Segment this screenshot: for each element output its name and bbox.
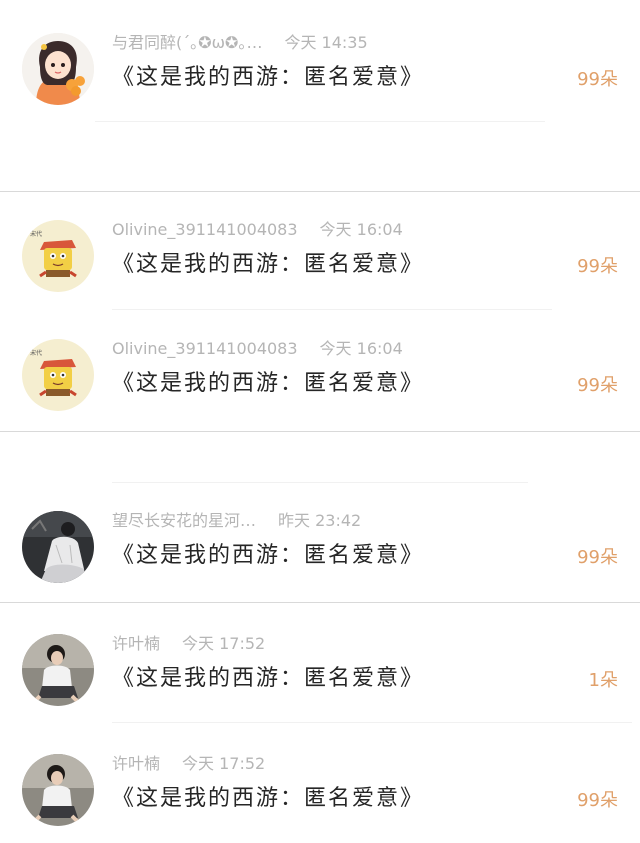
timestamp: 今天 16:04 — [319, 220, 403, 239]
flower-count: 99朵 — [577, 256, 618, 277]
timestamp: 今天 17:52 — [182, 634, 266, 653]
list-item[interactable]: 宋代 Olivine_391141004083 今天 16:04 《这是我的西游：… — [0, 336, 640, 416]
flower-count: 1朵 — [588, 670, 618, 691]
row-divider — [112, 482, 528, 483]
list-item[interactable]: 宋代 Olivine_391141004083 今天 16:04 《这是我的西游：… — [0, 217, 640, 297]
section-divider — [0, 431, 640, 432]
entry-meta: 许叶楠 今天 17:52 — [112, 631, 265, 657]
svg-text:宋代: 宋代 — [30, 230, 42, 238]
flower-count: 99朵 — [577, 69, 618, 90]
girl-sitting-photo-avatar[interactable] — [22, 634, 94, 706]
gift-title: 《这是我的西游：匿名爱意》 — [112, 786, 425, 811]
entry-meta: 许叶楠 今天 17:52 — [112, 751, 265, 777]
list-item[interactable]: 与君同醉(´｡✪ω✪｡… 今天 14:35 《这是我的西游：匿名爱意》 99朵 — [0, 30, 640, 110]
list-item[interactable]: 许叶楠 今天 17:52 《这是我的西游：匿名爱意》 99朵 — [0, 751, 640, 831]
girl-sitting-photo-avatar[interactable] — [22, 754, 94, 826]
section-divider — [0, 191, 640, 192]
svg-text:宋代: 宋代 — [30, 349, 42, 357]
flower-count: 99朵 — [577, 375, 618, 396]
timestamp: 今天 14:35 — [284, 33, 368, 52]
cartoon-girl-with-oranges-avatar[interactable] — [22, 33, 94, 105]
entry-meta: Olivine_391141004083 今天 16:04 — [112, 217, 403, 243]
timestamp: 今天 16:04 — [319, 339, 403, 358]
gift-title: 《这是我的西游：匿名爱意》 — [112, 666, 425, 691]
timestamp: 昨天 23:42 — [278, 511, 362, 530]
flower-count: 99朵 — [577, 790, 618, 811]
gift-title: 《这是我的西游：匿名爱意》 — [112, 371, 425, 396]
cartoon-spongebob-avatar[interactable]: 宋代 — [22, 339, 94, 411]
list-item[interactable]: 望尽长安花的星河… 昨天 23:42 《这是我的西游：匿名爱意》 99朵 — [0, 508, 640, 588]
row-divider — [112, 722, 632, 723]
list-item[interactable]: 许叶楠 今天 17:52 《这是我的西游：匿名爱意》 1朵 — [0, 631, 640, 711]
entry-meta: 与君同醉(´｡✪ω✪｡… 今天 14:35 — [112, 30, 368, 56]
cartoon-spongebob-avatar[interactable]: 宋代 — [22, 220, 94, 292]
entry-meta: 望尽长安花的星河… 昨天 23:42 — [112, 508, 361, 534]
gift-title: 《这是我的西游：匿名爱意》 — [112, 65, 425, 90]
sender-name[interactable]: Olivine_391141004083 — [112, 217, 298, 243]
gift-title: 《这是我的西游：匿名爱意》 — [112, 543, 425, 568]
gift-title: 《这是我的西游：匿名爱意》 — [112, 252, 425, 277]
timestamp: 今天 17:52 — [182, 754, 266, 773]
flower-count: 99朵 — [577, 547, 618, 568]
row-divider — [95, 121, 545, 122]
sender-name[interactable]: 望尽长安花的星河… — [112, 508, 256, 534]
entry-meta: Olivine_391141004083 今天 16:04 — [112, 336, 403, 362]
sender-name[interactable]: Olivine_391141004083 — [112, 336, 298, 362]
row-divider — [112, 309, 552, 310]
sender-name[interactable]: 许叶楠 — [112, 631, 160, 657]
section-divider — [0, 602, 640, 603]
girl-in-dress-photo-avatar[interactable] — [22, 511, 94, 583]
sender-name[interactable]: 许叶楠 — [112, 751, 160, 777]
sender-name[interactable]: 与君同醉(´｡✪ω✪｡… — [112, 30, 262, 56]
